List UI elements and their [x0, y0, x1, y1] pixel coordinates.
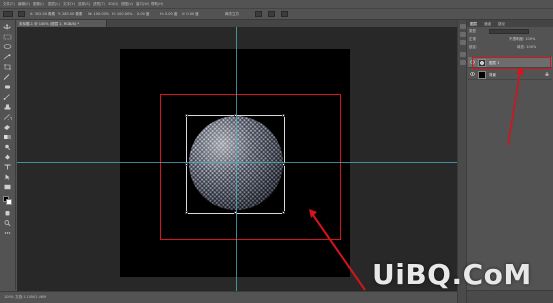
- watermark-text: UiBQ.CoM: [372, 258, 532, 291]
- canvas-arrow: [312, 214, 366, 291]
- layer-arrow: [507, 72, 521, 146]
- layer-arrowhead: [516, 67, 524, 75]
